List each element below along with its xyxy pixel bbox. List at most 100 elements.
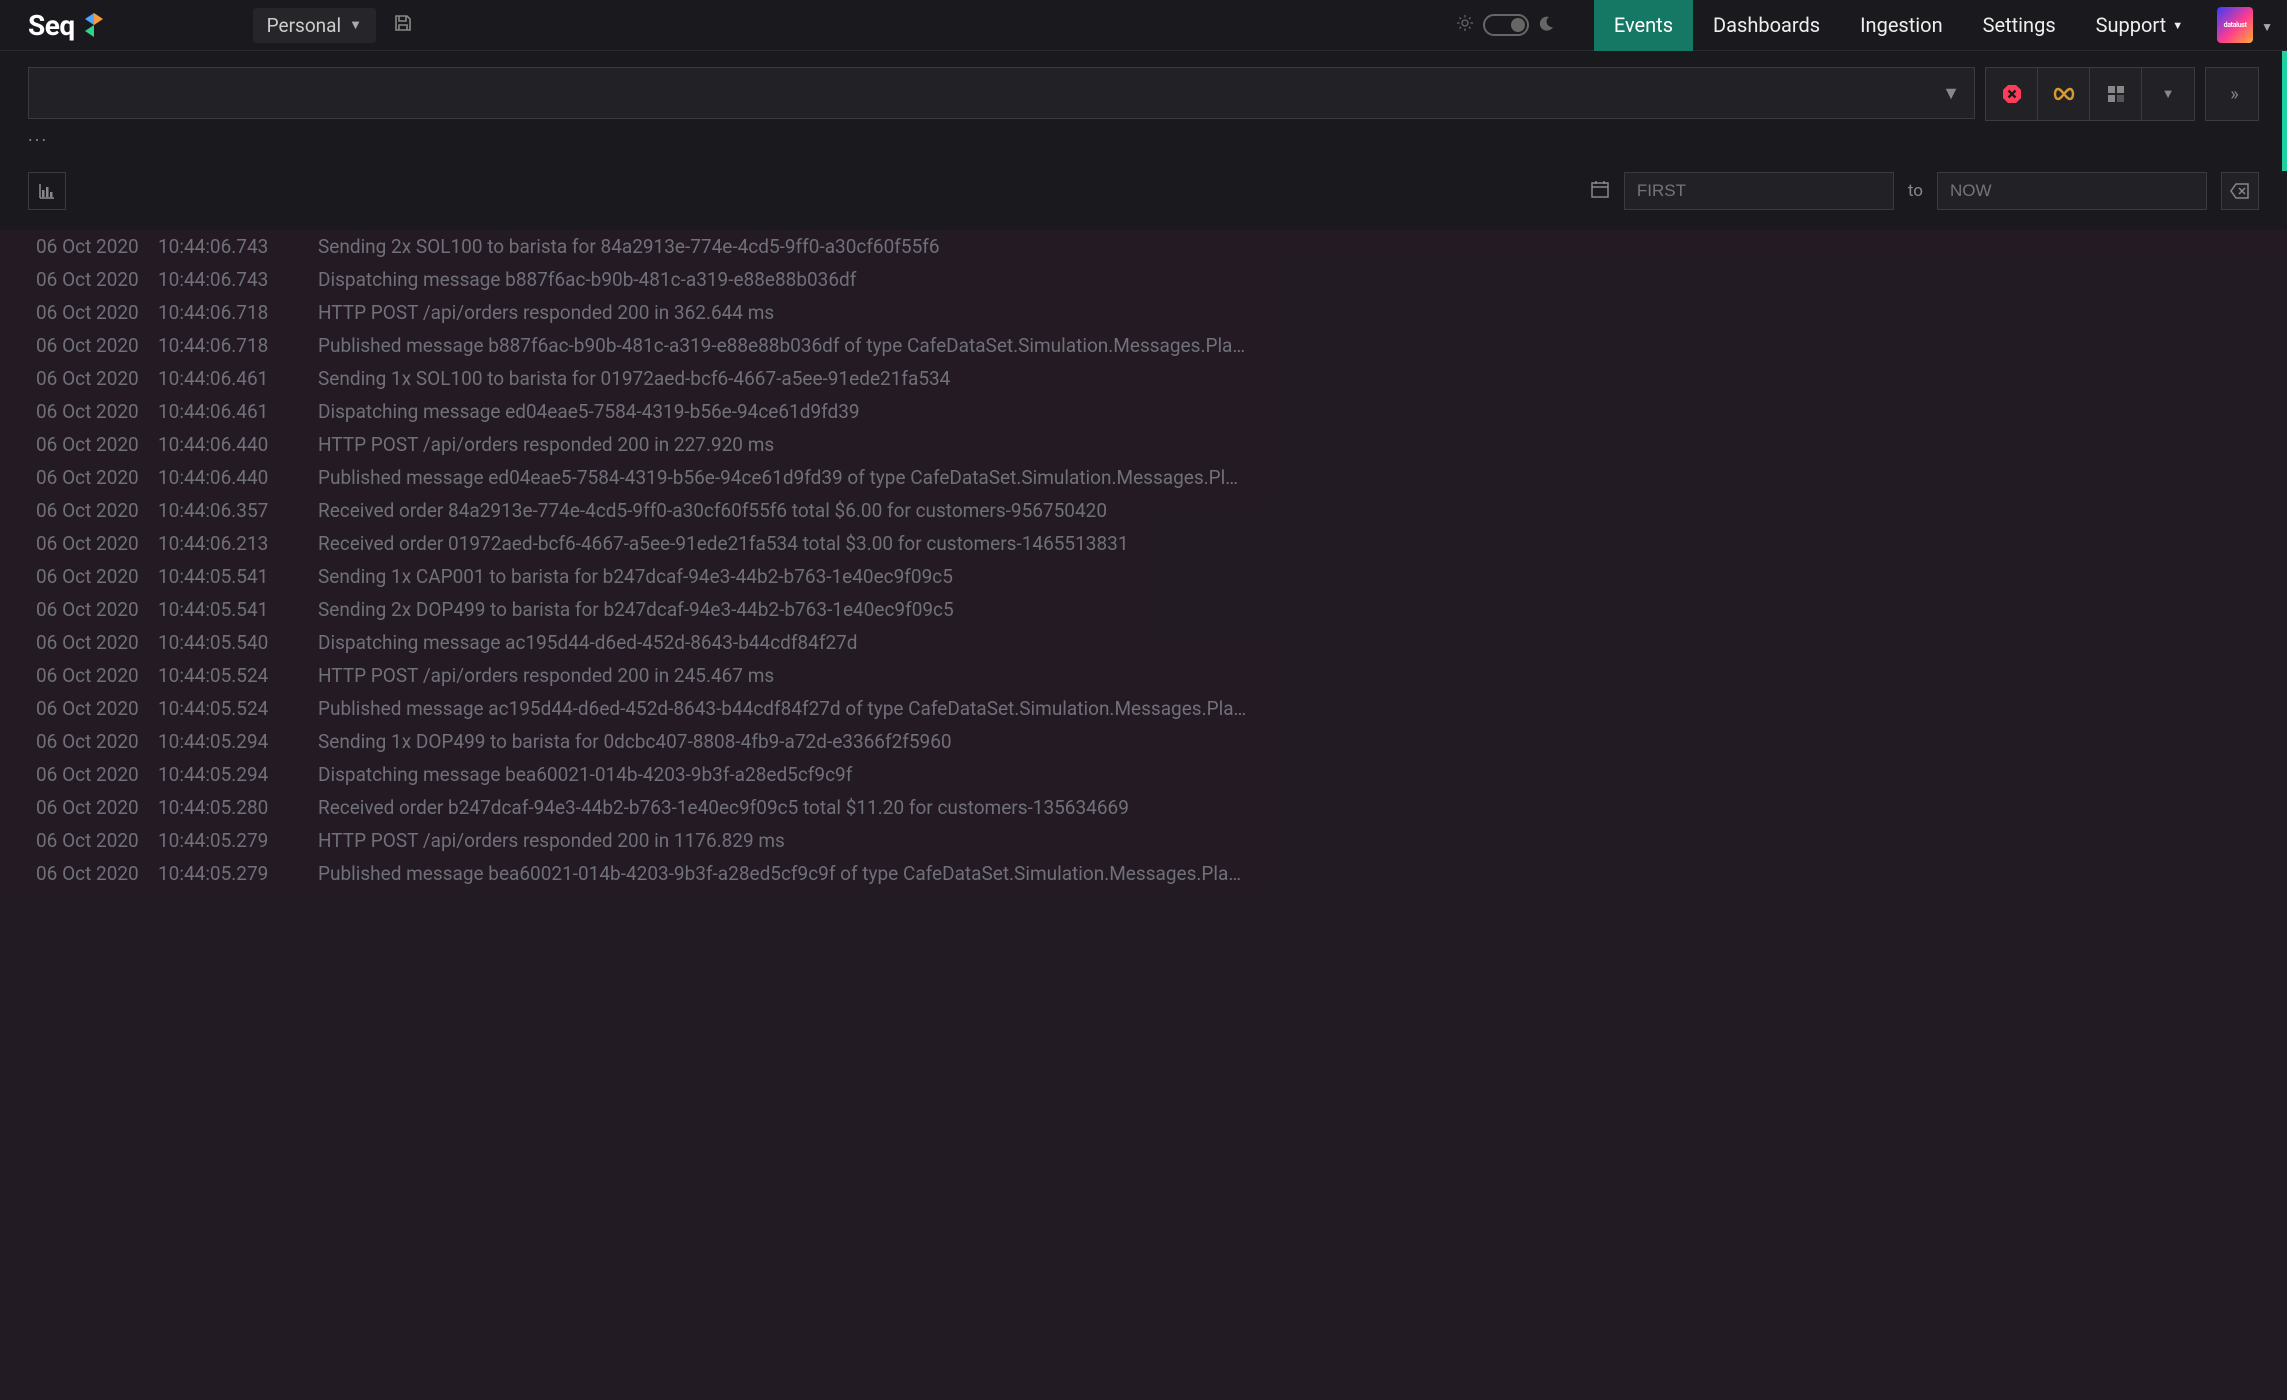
grid-icon bbox=[2107, 85, 2125, 103]
more-query-button[interactable]: ▼ bbox=[2142, 68, 2194, 120]
nav-settings[interactable]: Settings bbox=[1963, 0, 2076, 51]
event-date: 06 Oct 2020 bbox=[36, 629, 158, 656]
event-row[interactable]: 06 Oct 202010:44:06.461Dispatching messa… bbox=[0, 395, 2287, 428]
event-time: 10:44:05.279 bbox=[158, 827, 318, 854]
nav-ingestion-label: Ingestion bbox=[1860, 13, 1943, 37]
event-row[interactable]: 06 Oct 202010:44:06.743Sending 2x SOL100… bbox=[0, 230, 2287, 263]
query-tool-group-1: ▼ bbox=[1985, 67, 2195, 121]
stop-icon bbox=[2001, 83, 2023, 105]
nav-dashboards-label: Dashboards bbox=[1713, 13, 1820, 37]
event-time: 10:44:06.213 bbox=[158, 530, 318, 557]
event-date: 06 Oct 2020 bbox=[36, 266, 158, 293]
bar-chart-icon bbox=[38, 182, 56, 200]
event-row[interactable]: 06 Oct 202010:44:05.280Received order b2… bbox=[0, 791, 2287, 824]
query-tool-group-2: » bbox=[2205, 67, 2259, 121]
event-row[interactable]: 06 Oct 202010:44:05.541Sending 1x CAP001… bbox=[0, 560, 2287, 593]
event-row[interactable]: 06 Oct 202010:44:05.279HTTP POST /api/or… bbox=[0, 824, 2287, 857]
nav-ingestion[interactable]: Ingestion bbox=[1840, 0, 1963, 51]
event-row[interactable]: 06 Oct 202010:44:05.524HTTP POST /api/or… bbox=[0, 659, 2287, 692]
event-message: Dispatching message ed04eae5-7584-4319-b… bbox=[318, 398, 2259, 425]
event-time: 10:44:05.294 bbox=[158, 728, 318, 755]
infinity-icon bbox=[2052, 86, 2076, 102]
event-message: Published message bea60021-014b-4203-9b3… bbox=[318, 860, 2259, 887]
brand[interactable]: Seq bbox=[28, 9, 103, 42]
event-row[interactable]: 06 Oct 202010:44:05.294Dispatching messa… bbox=[0, 758, 2287, 791]
event-date: 06 Oct 2020 bbox=[36, 332, 158, 359]
event-date: 06 Oct 2020 bbox=[36, 695, 158, 722]
event-row[interactable]: 06 Oct 202010:44:05.294Sending 1x DOP499… bbox=[0, 725, 2287, 758]
clear-range-button[interactable] bbox=[2221, 172, 2259, 210]
signals-accent bbox=[2282, 51, 2287, 171]
breadcrumb[interactable]: ... bbox=[0, 121, 2287, 146]
event-time: 10:44:05.294 bbox=[158, 761, 318, 788]
expand-signals-button[interactable]: » bbox=[2206, 68, 2258, 120]
event-date: 06 Oct 2020 bbox=[36, 728, 158, 755]
event-time: 10:44:06.357 bbox=[158, 497, 318, 524]
nav-events-label: Events bbox=[1614, 13, 1673, 37]
event-message: HTTP POST /api/orders responded 200 in 1… bbox=[318, 827, 2259, 854]
event-row[interactable]: 06 Oct 202010:44:06.743Dispatching messa… bbox=[0, 263, 2287, 296]
event-date: 06 Oct 2020 bbox=[36, 563, 158, 590]
nav-support[interactable]: Support ▼ bbox=[2076, 0, 2203, 51]
event-message: Published message ed04eae5-7584-4319-b56… bbox=[318, 464, 2259, 491]
event-time: 10:44:06.718 bbox=[158, 332, 318, 359]
event-message: Sending 2x SOL100 to barista for 84a2913… bbox=[318, 233, 2259, 260]
theme-toggle[interactable] bbox=[1483, 14, 1529, 36]
tail-button[interactable] bbox=[2038, 68, 2090, 120]
event-message: Received order 01972aed-bcf6-4667-a5ee-9… bbox=[318, 530, 2259, 557]
event-time: 10:44:06.718 bbox=[158, 299, 318, 326]
event-time: 10:44:05.524 bbox=[158, 662, 318, 689]
histogram-toggle[interactable] bbox=[28, 172, 66, 210]
event-date: 06 Oct 2020 bbox=[36, 860, 158, 887]
event-time: 10:44:05.279 bbox=[158, 860, 318, 887]
calendar-icon bbox=[1590, 179, 1610, 199]
event-time: 10:44:05.524 bbox=[158, 695, 318, 722]
chevron-down-icon: ▼ bbox=[2172, 19, 2183, 32]
chevron-down-icon: ▼ bbox=[349, 17, 362, 33]
event-time: 10:44:05.280 bbox=[158, 794, 318, 821]
range-to-input[interactable] bbox=[1937, 172, 2207, 210]
query-input[interactable]: ▼ bbox=[28, 67, 1975, 119]
event-date: 06 Oct 2020 bbox=[36, 464, 158, 491]
nav-settings-label: Settings bbox=[1983, 13, 2056, 37]
event-row[interactable]: 06 Oct 202010:44:06.440HTTP POST /api/or… bbox=[0, 428, 2287, 461]
event-message: HTTP POST /api/orders responded 200 in 2… bbox=[318, 662, 2259, 689]
event-date: 06 Oct 2020 bbox=[36, 299, 158, 326]
save-workspace-button[interactable] bbox=[394, 14, 412, 36]
event-row[interactable]: 06 Oct 202010:44:06.440Published message… bbox=[0, 461, 2287, 494]
columns-button[interactable] bbox=[2090, 68, 2142, 120]
querybar: ▼ ▼ » bbox=[0, 51, 2287, 121]
user-menu-chevron[interactable]: ▼ bbox=[2261, 16, 2273, 35]
event-row[interactable]: 06 Oct 202010:44:06.461Sending 1x SOL100… bbox=[0, 362, 2287, 395]
event-row[interactable]: 06 Oct 202010:44:06.357Received order 84… bbox=[0, 494, 2287, 527]
event-date: 06 Oct 2020 bbox=[36, 431, 158, 458]
calendar-button[interactable] bbox=[1590, 179, 1610, 203]
sun-icon bbox=[1457, 15, 1473, 35]
event-row[interactable]: 06 Oct 202010:44:05.524Published message… bbox=[0, 692, 2287, 725]
nav-events[interactable]: Events bbox=[1594, 0, 1693, 51]
topnav: Seq Personal ▼ bbox=[0, 0, 2287, 51]
event-row[interactable]: 06 Oct 202010:44:05.279Published message… bbox=[0, 857, 2287, 890]
event-row[interactable]: 06 Oct 202010:44:05.540Dispatching messa… bbox=[0, 626, 2287, 659]
event-message: Dispatching message bea60021-014b-4203-9… bbox=[318, 761, 2259, 788]
nav-dashboards[interactable]: Dashboards bbox=[1693, 0, 1840, 51]
query-history-chevron[interactable]: ▼ bbox=[1942, 83, 1960, 104]
brand-logo-icon bbox=[85, 13, 103, 37]
event-message: Sending 1x DOP499 to barista for 0dcbc40… bbox=[318, 728, 2259, 755]
nav-links: Events Dashboards Ingestion Settings Sup… bbox=[1594, 0, 2203, 51]
user-avatar[interactable]: datalust bbox=[2217, 7, 2253, 43]
event-message: HTTP POST /api/orders responded 200 in 3… bbox=[318, 299, 2259, 326]
event-date: 06 Oct 2020 bbox=[36, 662, 158, 689]
chevron-down-icon: ▼ bbox=[2162, 86, 2175, 102]
workspace-selector[interactable]: Personal ▼ bbox=[253, 8, 376, 43]
event-time: 10:44:05.540 bbox=[158, 629, 318, 656]
event-row[interactable]: 06 Oct 202010:44:06.213Received order 01… bbox=[0, 527, 2287, 560]
user-avatar-label: datalust bbox=[2224, 21, 2247, 29]
event-row[interactable]: 06 Oct 202010:44:06.718Published message… bbox=[0, 329, 2287, 362]
event-row[interactable]: 06 Oct 202010:44:05.541Sending 2x DOP499… bbox=[0, 593, 2287, 626]
event-date: 06 Oct 2020 bbox=[36, 794, 158, 821]
event-row[interactable]: 06 Oct 202010:44:06.718HTTP POST /api/or… bbox=[0, 296, 2287, 329]
stop-query-button[interactable] bbox=[1986, 68, 2038, 120]
range-from-input[interactable] bbox=[1624, 172, 1894, 210]
events-list[interactable]: 06 Oct 202010:44:06.743Sending 2x SOL100… bbox=[0, 230, 2287, 1400]
